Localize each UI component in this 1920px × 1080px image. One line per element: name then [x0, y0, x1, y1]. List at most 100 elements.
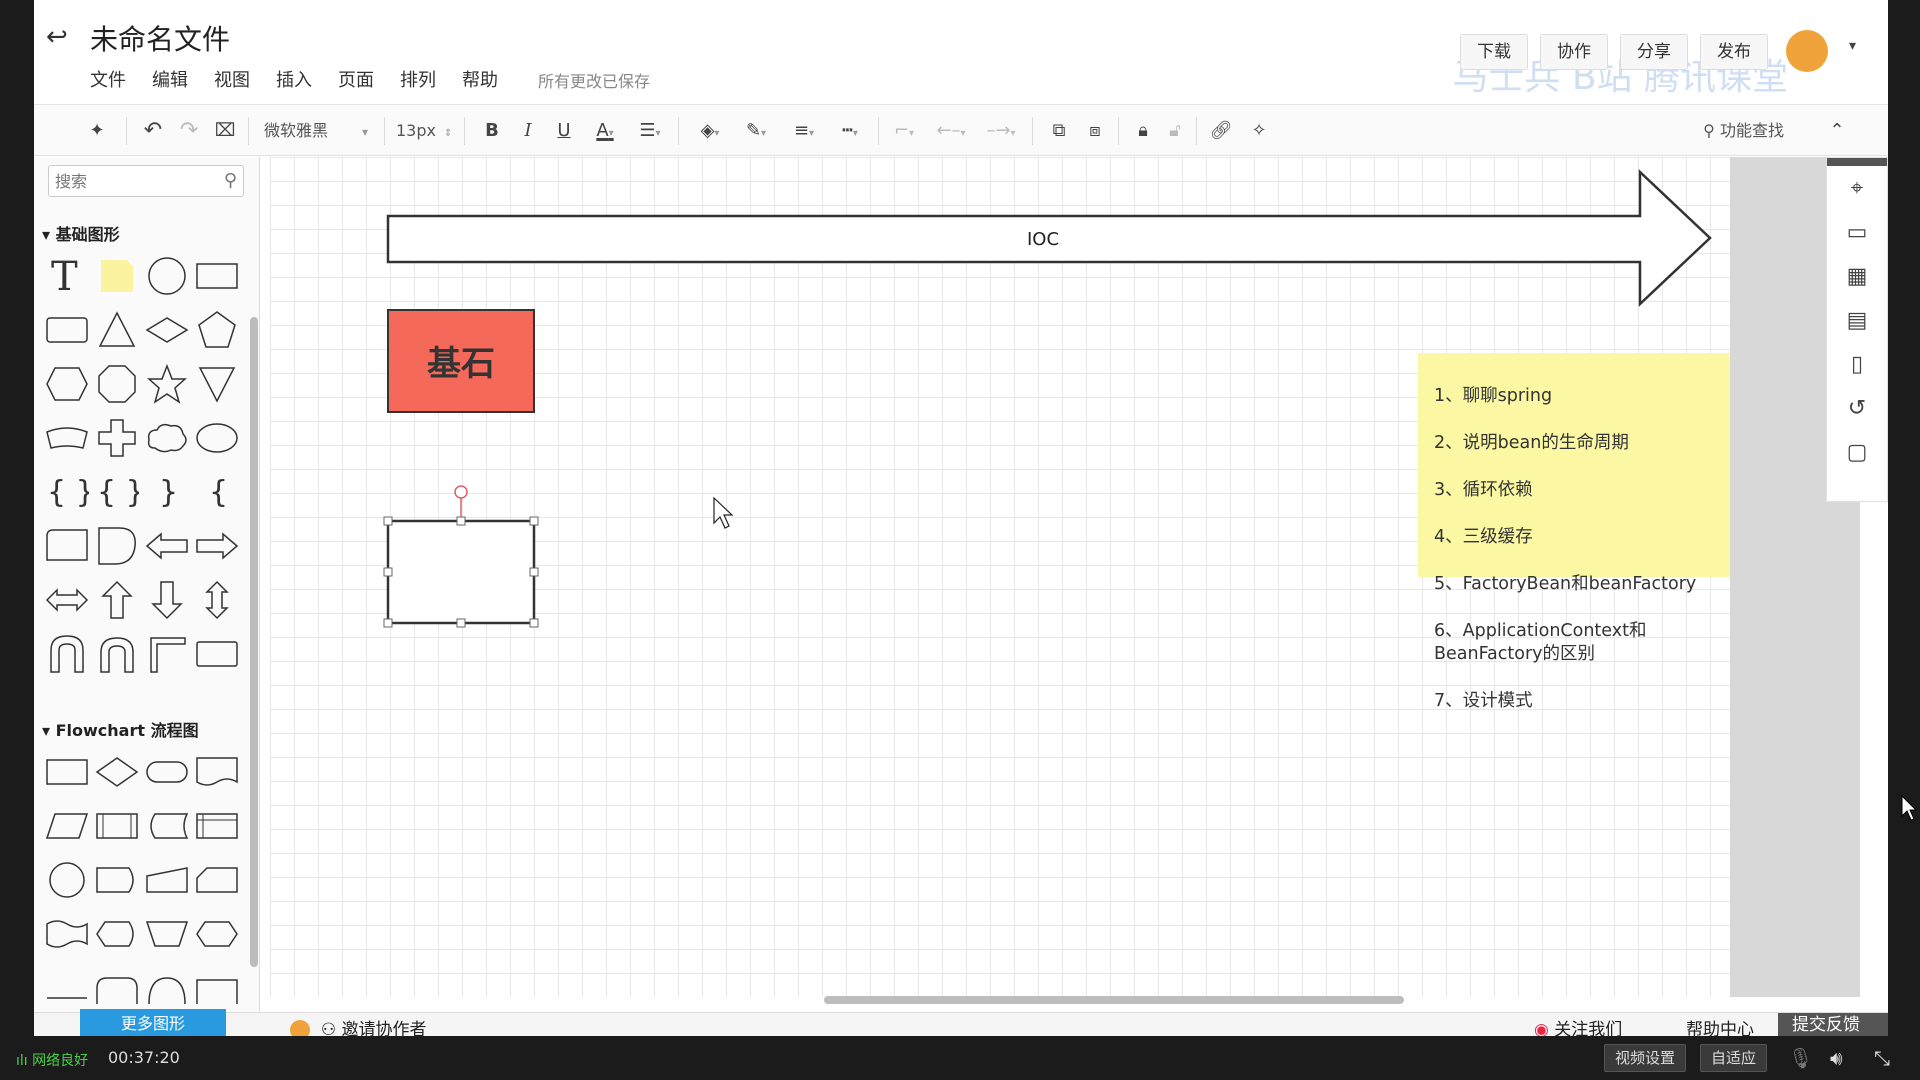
display-shape-icon[interactable] — [92, 907, 142, 961]
left-brace-shape-icon[interactable]: { } — [42, 465, 92, 519]
resize-handle-n[interactable] — [456, 516, 466, 526]
redo-icon[interactable]: ↷ — [174, 115, 204, 147]
stored-data-shape-icon[interactable] — [142, 799, 192, 853]
right-arrow-shape-icon[interactable] — [192, 519, 242, 573]
crosshair-icon[interactable]: ⌖ — [1827, 166, 1887, 210]
adaptive-button[interactable]: 自适应 — [1700, 1044, 1768, 1072]
diamond-shape-icon[interactable] — [142, 303, 192, 357]
down-arrow-shape-icon[interactable] — [142, 573, 192, 627]
manual-operation-shape-icon[interactable] — [142, 907, 192, 961]
line-style-icon[interactable]: ┅▾ — [830, 115, 870, 147]
resize-handle-s[interactable] — [456, 618, 466, 628]
terminator-shape-icon[interactable] — [142, 745, 192, 799]
menu-insert[interactable]: 插入 — [276, 66, 312, 92]
manual-input-shape-icon[interactable] — [142, 853, 192, 907]
line-shape-icon[interactable] — [42, 961, 92, 1015]
font-size-select[interactable]: 13px ⇕ — [396, 115, 456, 147]
resize-handle-w[interactable] — [383, 567, 393, 577]
u-turn-shape-icon[interactable] — [42, 627, 92, 681]
fullscreen-icon[interactable]: ⤡ — [1874, 1046, 1890, 1070]
volume-icon[interactable]: 🔊︎ — [1830, 1046, 1843, 1070]
punched-tape-shape-icon[interactable] — [42, 907, 92, 961]
help-center-button[interactable]: 帮助中心 — [1686, 1015, 1754, 1036]
line-end-icon[interactable]: –→▾ — [978, 115, 1024, 147]
lock-icon[interactable]: 🔒︎ — [1128, 115, 1158, 147]
menu-edit[interactable]: 编辑 — [152, 66, 188, 92]
offpage-shape-icon[interactable] — [92, 961, 142, 1015]
cross-shape-icon[interactable] — [92, 411, 142, 465]
rotate-handle[interactable] — [454, 485, 468, 499]
corner-shape-icon[interactable] — [142, 627, 192, 681]
collaborate-button[interactable]: 协作 — [1540, 34, 1608, 70]
image-icon[interactable]: ▭ — [1827, 210, 1887, 254]
resize-handle-sw[interactable] — [383, 618, 393, 628]
pages-icon[interactable]: ▤ — [1827, 298, 1887, 342]
brace-shape-icon[interactable]: { — [192, 465, 242, 519]
double-arrow-shape-icon[interactable] — [42, 573, 92, 627]
undo-icon[interactable]: ↶ — [138, 115, 168, 147]
box-shape-icon[interactable] — [192, 961, 242, 1015]
decision-shape-icon[interactable] — [92, 745, 142, 799]
bracket-shape-icon[interactable]: { } — [92, 465, 142, 519]
data-shape-icon[interactable] — [42, 799, 92, 853]
panel-scrollbar[interactable] — [250, 317, 258, 967]
resize-handle-nw[interactable] — [383, 516, 393, 526]
fill-color-icon[interactable]: ◈▾ — [690, 115, 730, 147]
note-shape-icon[interactable] — [92, 249, 142, 303]
collapse-icon[interactable]: ⌃ — [1822, 115, 1852, 147]
pentagon-shape-icon[interactable] — [192, 303, 242, 357]
line-width-icon[interactable]: ≡▾ — [784, 115, 824, 147]
font-color-button[interactable]: A▾ — [588, 115, 622, 147]
ellipse-shape-icon[interactable] — [192, 411, 242, 465]
back-arrow-icon[interactable]: ↩ — [46, 22, 76, 52]
resize-handle-se[interactable] — [529, 618, 539, 628]
comment-icon[interactable]: ▢ — [1827, 430, 1887, 474]
sequential-data-shape-icon[interactable] — [92, 853, 142, 907]
resize-handle-ne[interactable] — [529, 516, 539, 526]
video-settings-button[interactable]: 视频设置 — [1604, 1044, 1687, 1072]
shape-search-input[interactable] — [49, 166, 209, 196]
connector-icon[interactable]: ⌐▾ — [886, 115, 922, 147]
publish-button[interactable]: 发布 — [1700, 34, 1768, 70]
history-icon[interactable]: ↺ — [1827, 386, 1887, 430]
calendar-icon[interactable]: ▦ — [1827, 254, 1887, 298]
menu-help[interactable]: 帮助 — [462, 66, 498, 92]
internal-storage-shape-icon[interactable] — [192, 799, 242, 853]
triangle-shape-icon[interactable] — [92, 303, 142, 357]
underline-button[interactable]: U — [552, 115, 576, 147]
flag-shape-icon[interactable] — [42, 519, 92, 573]
format-painter-icon[interactable]: ⌧ — [210, 115, 240, 147]
delay-shape-icon[interactable] — [92, 519, 142, 573]
half-circle-shape-icon[interactable] — [142, 961, 192, 1015]
card-shape-icon[interactable] — [42, 411, 92, 465]
feedback-button[interactable]: 提交反馈 — [1778, 1013, 1888, 1036]
menu-arrange[interactable]: 排列 — [400, 66, 436, 92]
search-icon[interactable]: ⚲ — [224, 170, 237, 191]
menu-view[interactable]: 视图 — [214, 66, 250, 92]
rectangle-shape-icon[interactable] — [192, 249, 242, 303]
bold-button[interactable]: B — [480, 115, 504, 147]
download-button[interactable]: 下载 — [1460, 34, 1528, 70]
mic-muted-icon[interactable]: 🎙︎ — [1788, 1046, 1813, 1070]
invite-collaborator-button[interactable]: ⚇ 邀请协作者 — [290, 1015, 426, 1036]
link-icon[interactable]: 🔗︎ — [1206, 115, 1236, 147]
more-shapes-button[interactable]: 更多图形 — [80, 1009, 226, 1036]
rounded-rectangle-shape-icon[interactable] — [42, 303, 92, 357]
feature-search-button[interactable]: ⚲ 功能查找 — [1703, 115, 1784, 147]
font-family-select[interactable]: 微软雅黑 ▾ — [264, 115, 374, 147]
selected-empty-box[interactable] — [386, 519, 536, 625]
menu-file[interactable]: 文件 — [90, 66, 126, 92]
italic-button[interactable]: I — [516, 115, 540, 147]
document-title[interactable]: 未命名文件 — [90, 18, 230, 58]
inverted-triangle-shape-icon[interactable] — [192, 357, 242, 411]
menu-page[interactable]: 页面 — [338, 66, 374, 92]
star-shape-icon[interactable] — [142, 357, 192, 411]
share-button[interactable]: 分享 — [1620, 34, 1688, 70]
magic-wand-icon[interactable]: ✧ — [1244, 115, 1274, 147]
unlock-icon[interactable]: 🔓︎ — [1160, 115, 1190, 147]
send-back-icon[interactable]: ⧈ — [1080, 115, 1110, 147]
section-basic-shapes[interactable]: ▾ 基础图形 — [42, 221, 120, 245]
resize-handle-e[interactable] — [529, 567, 539, 577]
hexagon-shape-icon[interactable] — [42, 357, 92, 411]
arch-shape-icon[interactable] — [92, 627, 142, 681]
